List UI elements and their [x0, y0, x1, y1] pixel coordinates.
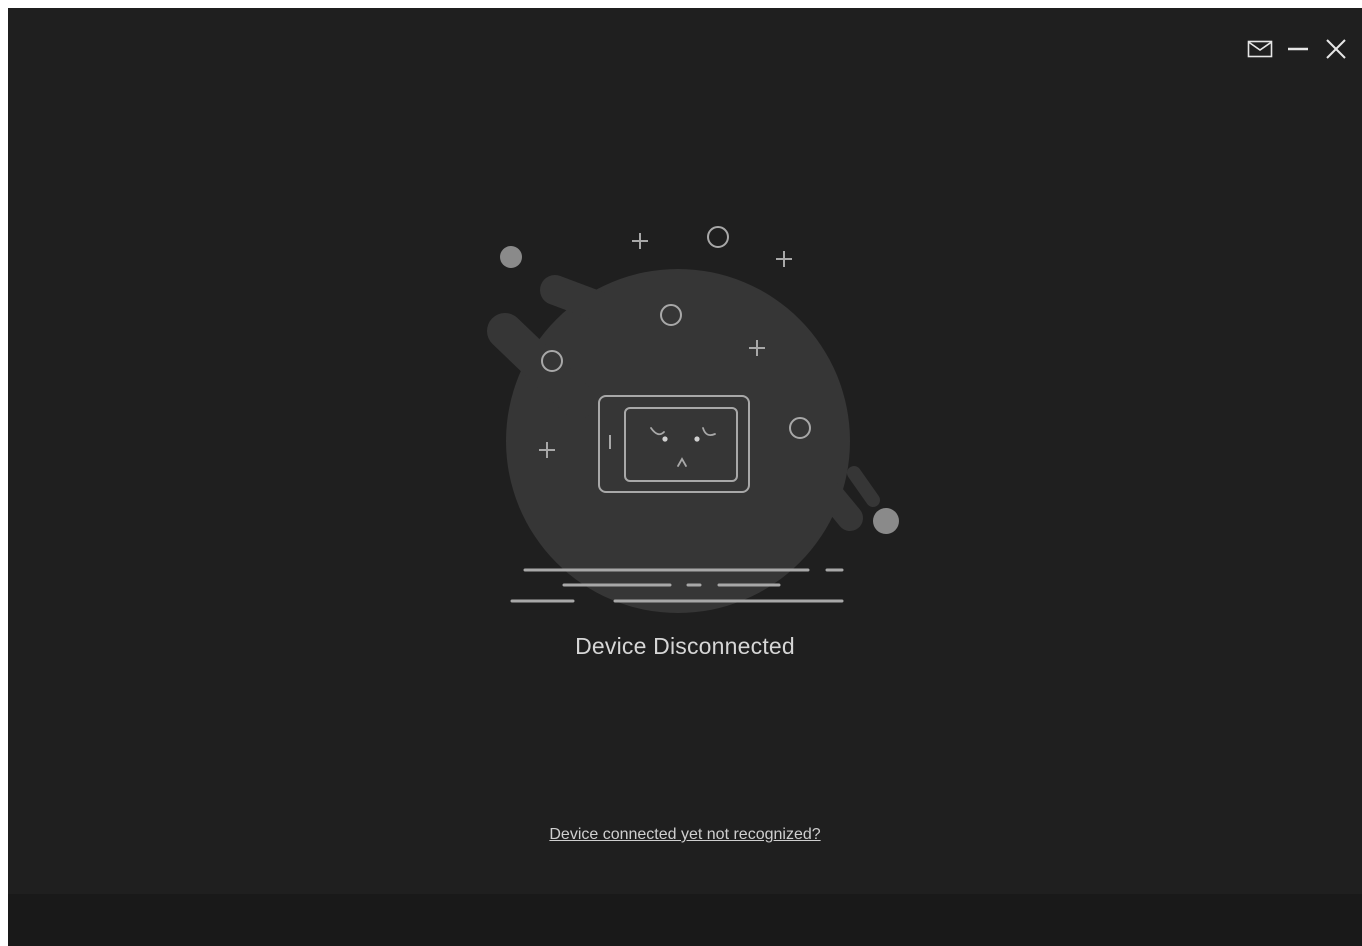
feedback-button[interactable]	[1246, 36, 1274, 62]
blob-streak	[818, 482, 863, 531]
mail-icon	[1247, 40, 1273, 58]
blob-streak-thin	[847, 466, 880, 507]
minimize-icon	[1288, 47, 1308, 51]
disconnected-device-illustration	[487, 226, 899, 613]
footer-bar	[8, 894, 1362, 946]
blob-streak	[540, 275, 618, 323]
background-blob	[506, 269, 850, 613]
dot	[500, 246, 522, 268]
help-link-container: Device connected yet not recognized?	[8, 826, 1362, 844]
status-label: Device Disconnected	[575, 633, 795, 659]
close-icon	[1326, 39, 1346, 59]
minimize-button[interactable]	[1284, 36, 1312, 62]
app-window: Device Disconnected Device connected yet…	[8, 8, 1362, 946]
dot	[873, 508, 899, 534]
close-button[interactable]	[1322, 36, 1350, 62]
not-recognized-help-link[interactable]: Device connected yet not recognized?	[549, 826, 820, 843]
window-controls	[1246, 36, 1350, 62]
